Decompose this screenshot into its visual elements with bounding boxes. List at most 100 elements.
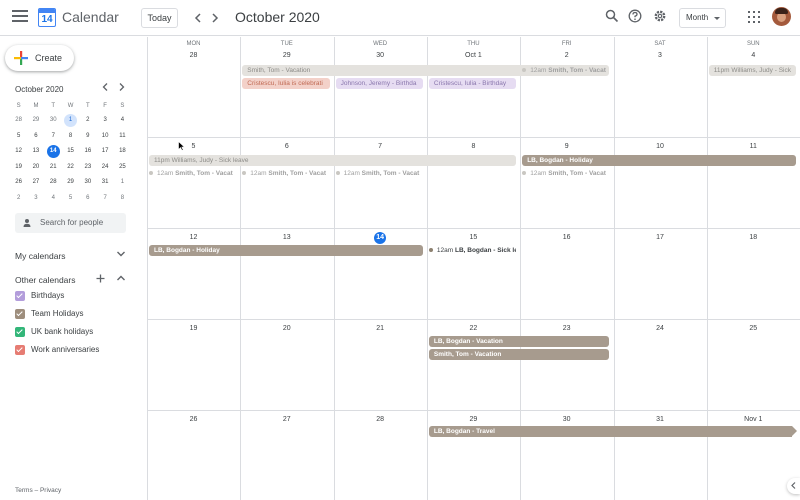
mini-calendar-day[interactable]: 14 (45, 144, 62, 160)
other-calendar-item[interactable]: Team Holidays (15, 307, 135, 321)
day-number[interactable]: 14 (334, 232, 427, 244)
mini-calendar-day[interactable]: 24 (96, 160, 113, 176)
apps-icon[interactable] (748, 11, 760, 23)
event-chip[interactable]: 12am Smith, Tom - Vacat (522, 65, 609, 76)
day-number[interactable]: 15 (427, 232, 520, 244)
today-button[interactable]: Today (141, 8, 178, 28)
other-calendars-header[interactable]: Other calendars (15, 275, 75, 285)
mini-calendar-day[interactable]: 19 (10, 160, 27, 176)
mini-calendar-day[interactable]: 29 (27, 113, 44, 129)
search-people-input[interactable]: Search for people (15, 213, 126, 233)
mini-calendar-day[interactable]: 10 (96, 129, 113, 145)
mini-calendar-day[interactable]: 13 (27, 144, 44, 160)
create-button[interactable]: Create (5, 45, 74, 71)
event-chip[interactable]: 12am Smith, Tom - Vacat (242, 168, 329, 179)
terms-link[interactable]: Terms (15, 487, 33, 494)
day-number[interactable]: 27 (240, 414, 333, 426)
my-calendars-header[interactable]: My calendars (15, 251, 66, 261)
event-chip[interactable]: 12am Smith, Tom - Vacat (149, 168, 236, 179)
day-number[interactable]: 29 (240, 50, 333, 62)
mini-calendar-day[interactable]: 18 (114, 144, 131, 160)
mini-calendar-day[interactable]: 12 (10, 144, 27, 160)
event-chip[interactable]: 12am LB, Bogdan - Sick le (428, 245, 516, 256)
day-number[interactable]: 28 (147, 50, 240, 62)
event-chip[interactable]: 12am Smith, Tom - Vacat (522, 168, 609, 179)
side-panel-toggle-button[interactable] (787, 478, 800, 494)
mini-calendar-day[interactable]: 1 (114, 175, 131, 191)
day-number[interactable]: 29 (427, 414, 520, 426)
event-chip[interactable]: Johnson, Jeremy - Birthda (335, 78, 423, 89)
calendar-checkbox[interactable] (15, 309, 25, 319)
add-other-calendar-button[interactable] (96, 271, 105, 286)
day-number[interactable]: 3 (614, 50, 707, 62)
expand-my-calendars-button[interactable] (117, 249, 125, 259)
day-number[interactable]: 11 (707, 141, 800, 153)
mini-calendar-day[interactable]: 16 (79, 144, 96, 160)
mini-calendar-day[interactable]: 2 (79, 113, 96, 129)
mini-calendar-day[interactable]: 30 (79, 175, 96, 191)
mini-calendar-previous-button[interactable] (99, 82, 111, 94)
mini-calendar-day[interactable]: 27 (27, 175, 44, 191)
mini-calendar-day[interactable]: 6 (79, 191, 96, 207)
mini-calendar-day[interactable]: 4 (45, 191, 62, 207)
day-number[interactable]: 28 (334, 414, 427, 426)
event-chip[interactable]: Cristescu, Iulia is celebrati (242, 78, 330, 89)
event-chip[interactable]: LB, Bogdan - Vacation (428, 336, 610, 347)
day-number[interactable]: 26 (147, 414, 240, 426)
mini-calendar-day[interactable]: 15 (62, 144, 79, 160)
day-number[interactable]: 31 (614, 414, 707, 426)
day-number[interactable]: 4 (707, 50, 800, 62)
mini-calendar-day[interactable]: 3 (27, 191, 44, 207)
account-avatar[interactable] (772, 7, 791, 26)
mini-calendar-day[interactable]: 9 (79, 129, 96, 145)
day-number[interactable]: 12 (147, 232, 240, 244)
mini-calendar-day[interactable]: 25 (114, 160, 131, 176)
mini-calendar-day[interactable]: 2 (10, 191, 27, 207)
event-chip[interactable]: LB, Bogdan - Holiday (522, 155, 797, 166)
previous-period-button[interactable] (190, 8, 206, 28)
main-menu-icon[interactable] (12, 10, 28, 24)
event-chip[interactable]: Smith, Tom - Vacation (428, 349, 610, 360)
day-number[interactable]: 8 (427, 141, 520, 153)
help-button[interactable] (628, 9, 644, 25)
view-selector[interactable]: Month (679, 8, 726, 28)
next-period-button[interactable] (207, 8, 223, 28)
privacy-link[interactable]: Privacy (40, 487, 61, 494)
mini-calendar-day[interactable]: 5 (62, 191, 79, 207)
calendar-checkbox[interactable] (15, 291, 25, 301)
collapse-other-calendars-button[interactable] (117, 273, 125, 283)
settings-button[interactable] (653, 9, 669, 25)
day-number[interactable]: 19 (147, 323, 240, 335)
mini-calendar-day[interactable]: 23 (79, 160, 96, 176)
event-chip[interactable]: Cristescu, Iulia - Birthday (428, 78, 517, 89)
day-number[interactable]: 21 (334, 323, 427, 335)
mini-calendar-day[interactable]: 8 (114, 191, 131, 207)
mini-calendar-next-button[interactable] (116, 82, 128, 94)
other-calendar-item[interactable]: UK bank holidays (15, 325, 135, 339)
day-number[interactable]: 20 (240, 323, 333, 335)
day-number[interactable]: 9 (520, 141, 613, 153)
day-number[interactable]: 18 (707, 232, 800, 244)
day-number[interactable]: 10 (614, 141, 707, 153)
mini-calendar-day[interactable]: 11 (114, 129, 131, 145)
day-number[interactable]: 16 (520, 232, 613, 244)
day-number[interactable]: 30 (334, 50, 427, 62)
event-chip[interactable]: LB, Bogdan - Travel (428, 426, 793, 437)
day-number[interactable]: 30 (520, 414, 613, 426)
mini-calendar-day[interactable]: 31 (96, 175, 113, 191)
day-number[interactable]: Nov 1 (707, 414, 800, 426)
day-number[interactable]: 23 (520, 323, 613, 335)
event-chip[interactable]: 11pm Williams, Judy - Sick leave (149, 155, 517, 166)
day-number[interactable]: 24 (614, 323, 707, 335)
mini-calendar-day[interactable]: 26 (10, 175, 27, 191)
mini-calendar-day[interactable]: 3 (96, 113, 113, 129)
day-number[interactable]: 22 (427, 323, 520, 335)
mini-calendar-day[interactable]: 29 (62, 175, 79, 191)
mini-calendar-day[interactable]: 20 (27, 160, 44, 176)
mini-calendar-day[interactable]: 21 (45, 160, 62, 176)
event-chip[interactable]: 11pm Williams, Judy - Sick (708, 65, 797, 76)
mini-calendar-day[interactable]: 6 (27, 129, 44, 145)
mini-calendar-day[interactable]: 17 (96, 144, 113, 160)
mini-calendar-day[interactable]: 28 (10, 113, 27, 129)
event-chip[interactable]: LB, Bogdan - Holiday (149, 245, 423, 256)
